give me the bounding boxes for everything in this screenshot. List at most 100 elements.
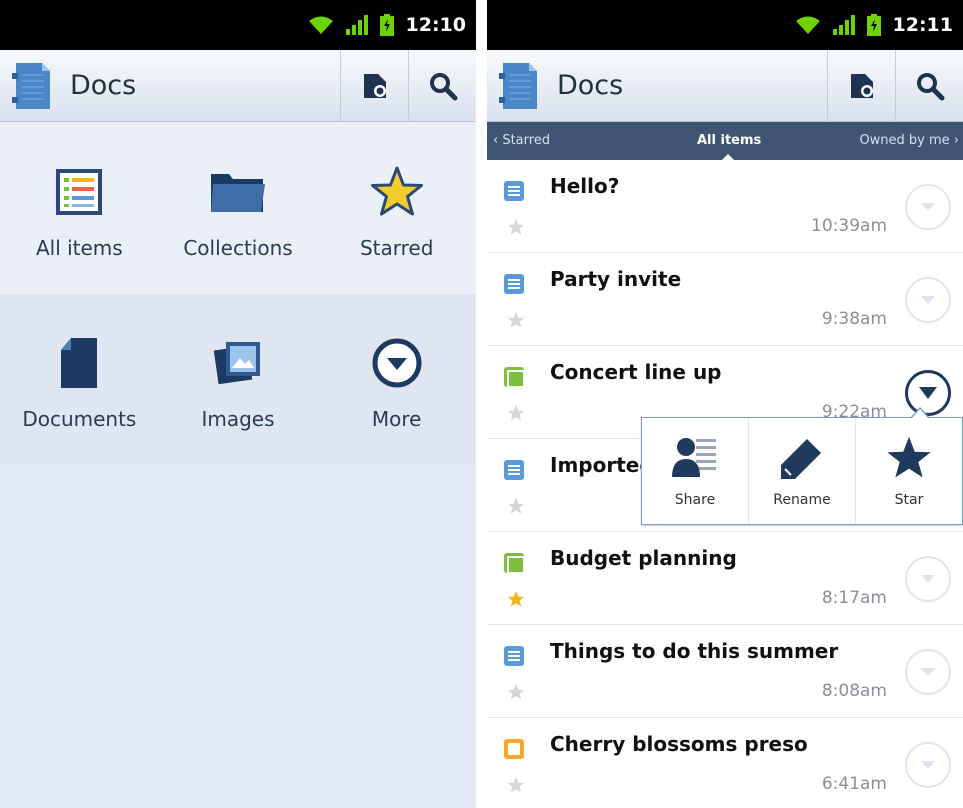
chevron-down-icon <box>921 668 935 676</box>
status-time: 12:10 <box>405 14 466 36</box>
dashboard-label: Starred <box>359 236 434 260</box>
star-icon[interactable] <box>507 218 525 236</box>
chevron-down-icon <box>921 296 935 304</box>
item-title: Things to do this summer <box>550 639 839 663</box>
upload-button[interactable] <box>340 50 408 122</box>
list-item[interactable]: Things to do this summer 8:08am <box>487 625 963 718</box>
document-icon <box>504 646 524 666</box>
action-bar: Docs <box>0 50 476 122</box>
item-title: Budget planning <box>550 546 737 570</box>
left-screen: 12:10 Docs All items Collections Starred… <box>0 0 476 808</box>
app-title: Docs <box>557 70 624 101</box>
popup-label: Share <box>674 492 716 508</box>
list-item[interactable]: Hello? 10:39am <box>487 160 963 253</box>
screen-divider <box>476 0 487 808</box>
list-item[interactable]: Party invite 9:38am <box>487 253 963 346</box>
dashboard-label: Images <box>201 407 275 431</box>
star-icon[interactable] <box>507 311 525 329</box>
tab-starred[interactable]: ‹ Starred <box>493 133 550 148</box>
app-title: Docs <box>70 70 137 101</box>
dashboard-label: Documents <box>22 407 137 431</box>
star-icon[interactable] <box>507 497 525 515</box>
wifi-icon <box>308 16 333 34</box>
item-time: 10:39am <box>811 216 887 236</box>
popup-label: Rename <box>773 492 831 508</box>
dashboard-documents[interactable]: Documents <box>0 294 159 464</box>
popup-arrow <box>910 407 930 419</box>
item-menu-button[interactable] <box>905 556 951 602</box>
dashboard-all-items[interactable]: All items <box>0 122 159 294</box>
folder-icon <box>211 174 265 212</box>
item-title: Cherry blossoms preso <box>550 732 808 756</box>
tab-owned-by-me[interactable]: Owned by me › <box>859 133 959 148</box>
battery-icon <box>866 14 881 36</box>
more-icon <box>372 338 422 388</box>
upload-icon <box>363 74 386 98</box>
item-time: 9:38am <box>821 309 887 329</box>
docs-logo-icon[interactable] <box>499 61 539 111</box>
item-time: 8:17am <box>821 588 887 608</box>
dashboard-label: Collections <box>183 236 293 260</box>
dashboard-starred[interactable]: Starred <box>317 122 476 294</box>
item-title: Hello? <box>550 174 620 198</box>
item-menu-button[interactable] <box>905 742 951 788</box>
upload-icon <box>850 74 873 98</box>
star-icon <box>370 166 423 216</box>
list-icon <box>56 169 103 215</box>
item-title: Imported <box>550 453 654 477</box>
image-icon <box>213 342 260 385</box>
list-item[interactable]: Budget planning 8:17am <box>487 532 963 625</box>
star-icon[interactable] <box>507 590 525 608</box>
item-menu-button[interactable] <box>905 277 951 323</box>
signal-icon <box>345 15 368 35</box>
tab-all-items[interactable]: All items <box>697 133 761 148</box>
right-screen: 12:11 Docs ‹ Starred All items Owned by … <box>487 0 963 808</box>
document-icon <box>504 274 524 294</box>
item-title: Concert line up <box>550 360 722 384</box>
search-icon <box>916 73 944 101</box>
item-time: 8:08am <box>821 681 887 701</box>
rename-button[interactable]: Rename <box>749 418 856 524</box>
filter-tabs: ‹ Starred All items Owned by me › <box>487 122 963 161</box>
pencil-icon <box>781 439 821 479</box>
item-menu-button[interactable] <box>905 184 951 230</box>
signal-icon <box>832 15 855 35</box>
item-menu-button[interactable] <box>905 649 951 695</box>
search-button[interactable] <box>408 50 476 122</box>
dashboard-collections[interactable]: Collections <box>159 122 318 294</box>
document-icon <box>504 181 524 201</box>
battery-icon <box>379 14 394 36</box>
dashboard-images[interactable]: Images <box>159 294 318 464</box>
star-button[interactable]: Star <box>856 418 962 524</box>
list-item[interactable]: Cherry blossoms preso 6:41am <box>487 718 963 808</box>
docs-logo-icon[interactable] <box>12 61 52 111</box>
star-icon[interactable] <box>507 776 525 794</box>
presentation-icon <box>504 739 524 759</box>
search-button[interactable] <box>895 50 963 122</box>
document-icon <box>61 338 98 388</box>
star-icon <box>887 436 931 478</box>
share-icon <box>672 438 716 477</box>
status-time: 12:11 <box>892 14 953 36</box>
quick-action-popup: Share Rename Star <box>641 407 963 525</box>
star-icon[interactable] <box>507 404 525 422</box>
upload-button[interactable] <box>827 50 895 122</box>
action-bar: Docs <box>487 50 963 122</box>
share-button[interactable]: Share <box>642 418 749 524</box>
chevron-down-icon <box>921 761 935 769</box>
wifi-icon <box>795 16 820 34</box>
dashboard-more[interactable]: More <box>317 294 476 464</box>
document-icon <box>504 460 524 480</box>
dashboard-row: All items Collections Starred <box>0 122 476 294</box>
dashboard-label: All items <box>35 236 123 260</box>
search-icon <box>429 73 457 101</box>
status-bar: 12:11 <box>487 0 963 50</box>
chevron-down-icon <box>921 203 935 211</box>
status-bar: 12:10 <box>0 0 476 50</box>
spreadsheet-icon <box>504 367 525 388</box>
star-icon[interactable] <box>507 683 525 701</box>
dashboard-label: More <box>371 407 422 431</box>
dashboard: All items Collections Starred Documents … <box>0 122 476 808</box>
item-title: Party invite <box>550 267 682 291</box>
spreadsheet-icon <box>504 553 525 574</box>
